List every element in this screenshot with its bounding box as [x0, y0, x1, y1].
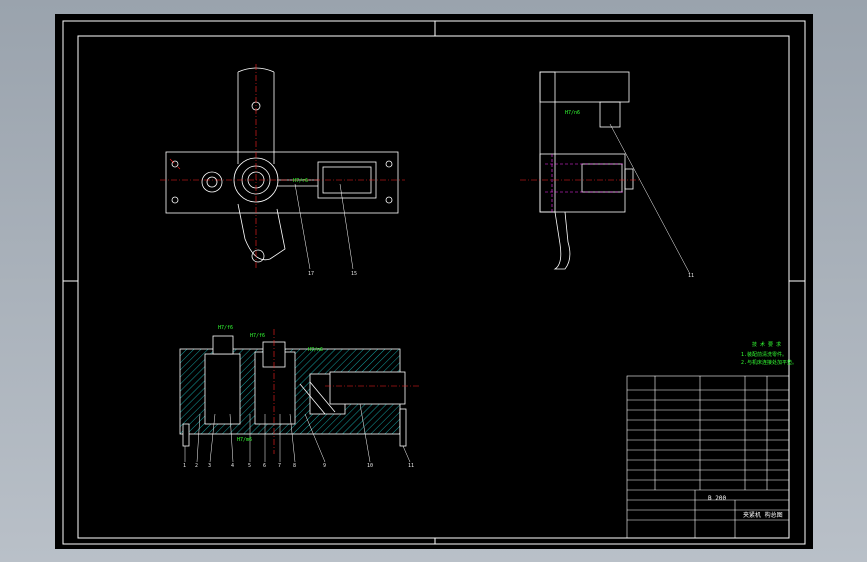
outer-sheet-border	[62, 20, 806, 545]
fit-label-6: H7/r6	[293, 178, 309, 184]
side-leader	[609, 123, 691, 275]
fit-label-1: H7/f6	[218, 325, 234, 331]
fit-label-2: H7/f6	[250, 333, 266, 339]
plan-view	[165, 67, 399, 263]
balloon-section-3: 3	[208, 463, 212, 469]
balloon-plan-15: 15	[351, 271, 358, 277]
plan-leaders	[294, 183, 354, 270]
balloon-section-9: 9	[323, 463, 327, 469]
fit-label-5: H7/n6	[565, 110, 581, 116]
fit-label-4: H7/m6	[237, 437, 253, 443]
balloon-section-5: 5	[248, 463, 252, 469]
tech-req-line-1: 1.装配前清洗零件。	[741, 352, 788, 358]
side-view	[539, 71, 634, 270]
balloon-section-11: 11	[408, 463, 415, 469]
balloon-section-6: 6	[263, 463, 267, 469]
engineering-drawing	[62, 20, 806, 545]
balloon-plan-17: 17	[308, 271, 315, 277]
section-view	[179, 335, 407, 447]
balloon-section-10: 10	[367, 463, 374, 469]
title-block-code: B 200	[708, 495, 727, 502]
fit-label-3: H7/n6	[308, 347, 324, 353]
balloon-section-2: 2	[195, 463, 199, 469]
tech-req-line-2: 2.与机床连接处加平垫。	[741, 360, 798, 366]
balloon-section-4: 4	[231, 463, 235, 469]
cad-viewport[interactable]: B 200 夹紧机 构总图 技 术 要 求 1.装配前清洗零件。 2.与机床连接…	[55, 14, 813, 549]
side-hidden-lines	[545, 154, 625, 212]
tech-req-heading: 技 术 要 求	[752, 342, 782, 348]
title-block-name: 夹紧机 构总图	[743, 512, 783, 519]
balloon-section-7: 7	[278, 463, 282, 469]
balloon-section-8: 8	[293, 463, 297, 469]
balloon-section-1: 1	[183, 463, 187, 469]
balloon-side-11: 11	[688, 273, 695, 279]
